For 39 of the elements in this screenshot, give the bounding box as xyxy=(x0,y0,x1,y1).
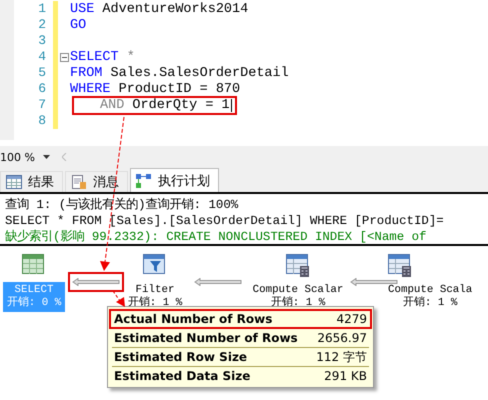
result-tab[interactable]: 消息 xyxy=(65,171,128,192)
collapse-icon xyxy=(60,52,68,62)
grid-icon xyxy=(6,175,22,189)
line-number: 2 xyxy=(14,17,58,33)
dropdown-caret-icon xyxy=(43,155,50,159)
document-icon xyxy=(71,175,87,189)
code-line: SELECT * xyxy=(70,50,135,64)
property-value: 4279 xyxy=(336,311,367,327)
scroll-left-icon xyxy=(62,153,67,161)
code-line: USE AdventureWorks2014 xyxy=(70,2,248,16)
result-tab[interactable]: 结果 xyxy=(0,171,63,192)
property-label: Estimated Data Size xyxy=(114,368,250,384)
calculator-icon xyxy=(388,254,412,278)
data-flow-arrow xyxy=(350,278,398,286)
line-number: 7 xyxy=(14,97,58,113)
line-number: 6 xyxy=(14,81,58,97)
missing-index-text: 缺少索引(影响 99.2332): CREATE NONCLUSTERED INDEX [<Name of xyxy=(5,229,428,245)
property-value: 2656.97 xyxy=(317,330,367,346)
line-number: 5 xyxy=(14,65,58,81)
annotation-arrow xyxy=(112,290,126,308)
property-label: Estimated Number of Rows xyxy=(114,330,298,346)
query-cost-text: 查询 1: (与该批有关的)查询开销: 100% xyxy=(5,197,240,213)
data-flow-arrow xyxy=(72,278,120,286)
line-number: 1 xyxy=(14,1,58,17)
plan-icon xyxy=(136,174,152,188)
calculator-icon xyxy=(286,254,310,278)
line-number: 3 xyxy=(14,33,58,49)
code-line: GO xyxy=(70,18,86,32)
property-value: 112 字节 xyxy=(316,349,367,365)
line-number: 8 xyxy=(14,113,58,129)
plan-operator[interactable]: Compute Scala 开销: 1 % xyxy=(388,282,472,312)
code-line: WHERE ProductID = 870 xyxy=(70,82,240,96)
property-value: 291 KB xyxy=(324,368,367,384)
code-line: FROM Sales.SalesOrderDetail xyxy=(70,66,289,80)
property-label: Estimated Row Size xyxy=(114,349,248,365)
property-label: Actual Number of Rows xyxy=(114,311,272,327)
data-flow-arrow xyxy=(194,278,242,286)
query-text: SELECT * FROM [Sales].[SalesOrderDetail] WHERE [ProductID]= xyxy=(5,213,445,229)
result-tab[interactable]: 执行计划 xyxy=(130,168,219,192)
